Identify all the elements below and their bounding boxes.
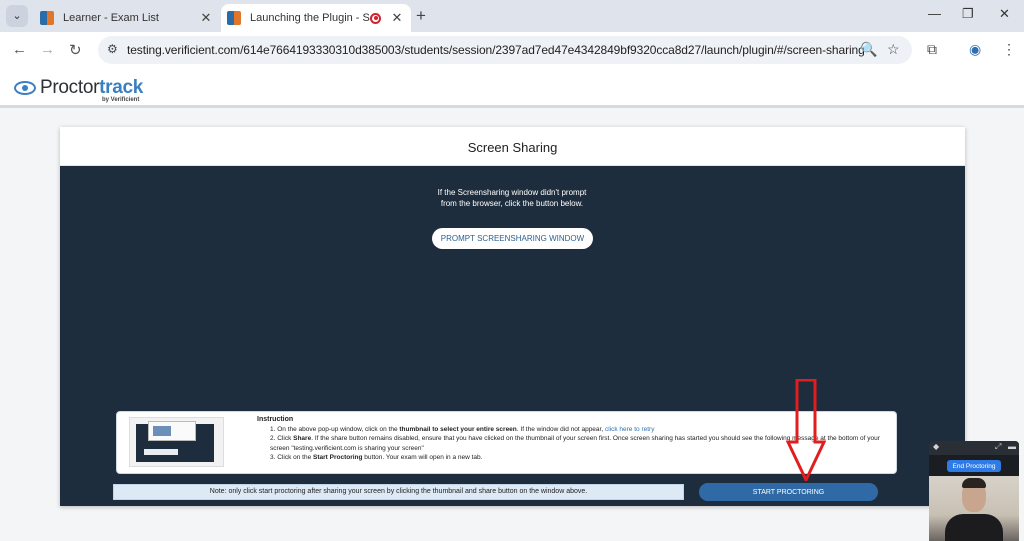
window-close-icon[interactable]: ✕	[999, 6, 1010, 22]
webcam-expand-icon[interactable]: ⤢	[995, 442, 1001, 452]
proctortrack-eye-icon	[14, 81, 36, 95]
step-text: button. Your exam will open in a new tab…	[362, 454, 483, 462]
browser-tab-strip: ⌄ Learner - Exam List ✕ Launching the Pl…	[0, 0, 1024, 32]
brand-name-accent: track	[99, 77, 144, 98]
brand-logo: Proctortrack	[40, 77, 143, 99]
thumbnail-bar	[144, 449, 178, 455]
restore-icon[interactable]: ❐	[962, 6, 974, 22]
end-proctoring-button[interactable]: End Proctoring	[947, 460, 1001, 472]
back-icon[interactable]: ←	[12, 41, 27, 58]
webcam-close-icon[interactable]: ▬	[1008, 442, 1016, 451]
profile-icon[interactable]: ◉	[969, 41, 981, 58]
tab-search-icon[interactable]: ⌄	[6, 5, 28, 27]
tab-close-icon[interactable]: ✕	[389, 10, 405, 26]
brand-subtitle: by Verificient	[102, 97, 140, 103]
browser-toolbar: ← → ↻ ⚙ testing.verificient.com/614e7664…	[0, 32, 1024, 68]
webcam-body	[945, 514, 1003, 541]
note-banner: Note: only click start proctoring after …	[113, 484, 684, 500]
tab-title: Learner - Exam List	[63, 12, 159, 24]
site-info-icon[interactable]: ⚙	[107, 42, 118, 56]
step-text: On the above pop-up window, click on the	[277, 425, 400, 433]
brand-name-prefix: Proctor	[40, 77, 100, 98]
bookmark-star-icon[interactable]: ☆	[887, 41, 900, 58]
proctortrack-favicon-icon	[40, 11, 54, 25]
red-arrow-annotation-icon	[786, 379, 826, 481]
zoom-icon[interactable]: 🔍	[860, 41, 877, 58]
new-tab-icon[interactable]: +	[416, 6, 426, 26]
thumbnail-popup	[148, 421, 196, 441]
tab-close-icon[interactable]: ✕	[198, 10, 214, 26]
step-number: 2.	[270, 435, 276, 443]
step-text: Click on the	[277, 454, 314, 462]
panel-header: Screen Sharing	[60, 127, 965, 166]
extensions-icon[interactable]: ⧉	[927, 41, 937, 58]
instruction-box: Instruction 1. On the above pop-up windo…	[116, 411, 897, 474]
tab-title: Launching the Plugin - Start	[250, 12, 370, 24]
webcam-settings-icon[interactable]: ◆	[933, 442, 939, 451]
proctortrack-favicon-icon	[227, 11, 241, 25]
reload-icon[interactable]: ↻	[69, 41, 82, 59]
recording-icon	[370, 12, 381, 24]
prompt-line-2: from the browser, click the button below…	[440, 199, 584, 208]
step-number: 1.	[270, 425, 276, 433]
webcam-toolbar: ◆ ⤢ ▬	[929, 441, 1019, 455]
step-text: . If the window did not appear,	[516, 425, 605, 433]
screen-sharing-panel: Screen Sharing If the Screensharing wind…	[60, 127, 965, 506]
retry-link[interactable]: click here to retry	[605, 426, 655, 433]
webcam-hair	[962, 478, 986, 488]
start-proctoring-button[interactable]: START PROCTORING	[699, 483, 878, 501]
address-bar[interactable]: ⚙ testing.verificient.com/614e7664193330…	[98, 36, 912, 64]
tab-launching-plugin[interactable]: Launching the Plugin - Start ✕	[221, 4, 411, 32]
prompt-screensharing-button[interactable]: PROMPT SCREENSHARING WINDOW	[432, 228, 593, 249]
forward-icon[interactable]: →	[40, 41, 55, 58]
app-header: Proctortrack by Verificient	[0, 68, 1024, 108]
step-bold-text: Share	[293, 435, 312, 443]
tab-learner-exam-list[interactable]: Learner - Exam List ✕	[34, 4, 220, 32]
browser-menu-icon[interactable]: ⋮	[1002, 41, 1016, 58]
url-text[interactable]: testing.verificient.com/614e766419333031…	[127, 43, 865, 57]
webcam-widget: ◆ ⤢ ▬ End Proctoring	[929, 441, 1019, 541]
webcam-feed	[929, 476, 1019, 541]
step-text: Click	[277, 435, 294, 443]
step-number: 3.	[270, 454, 276, 462]
prompt-message: If the Screensharing window didn't promp…	[412, 187, 612, 209]
minimize-icon[interactable]: —	[928, 6, 941, 21]
screen-share-thumbnail	[129, 417, 224, 467]
prompt-line-1: If the Screensharing window didn't promp…	[437, 188, 587, 197]
page-title: Screen Sharing	[467, 140, 558, 155]
step-bold-text: Start Proctoring	[313, 454, 363, 462]
step-bold-text: thumbnail to select your entire screen	[399, 425, 517, 433]
